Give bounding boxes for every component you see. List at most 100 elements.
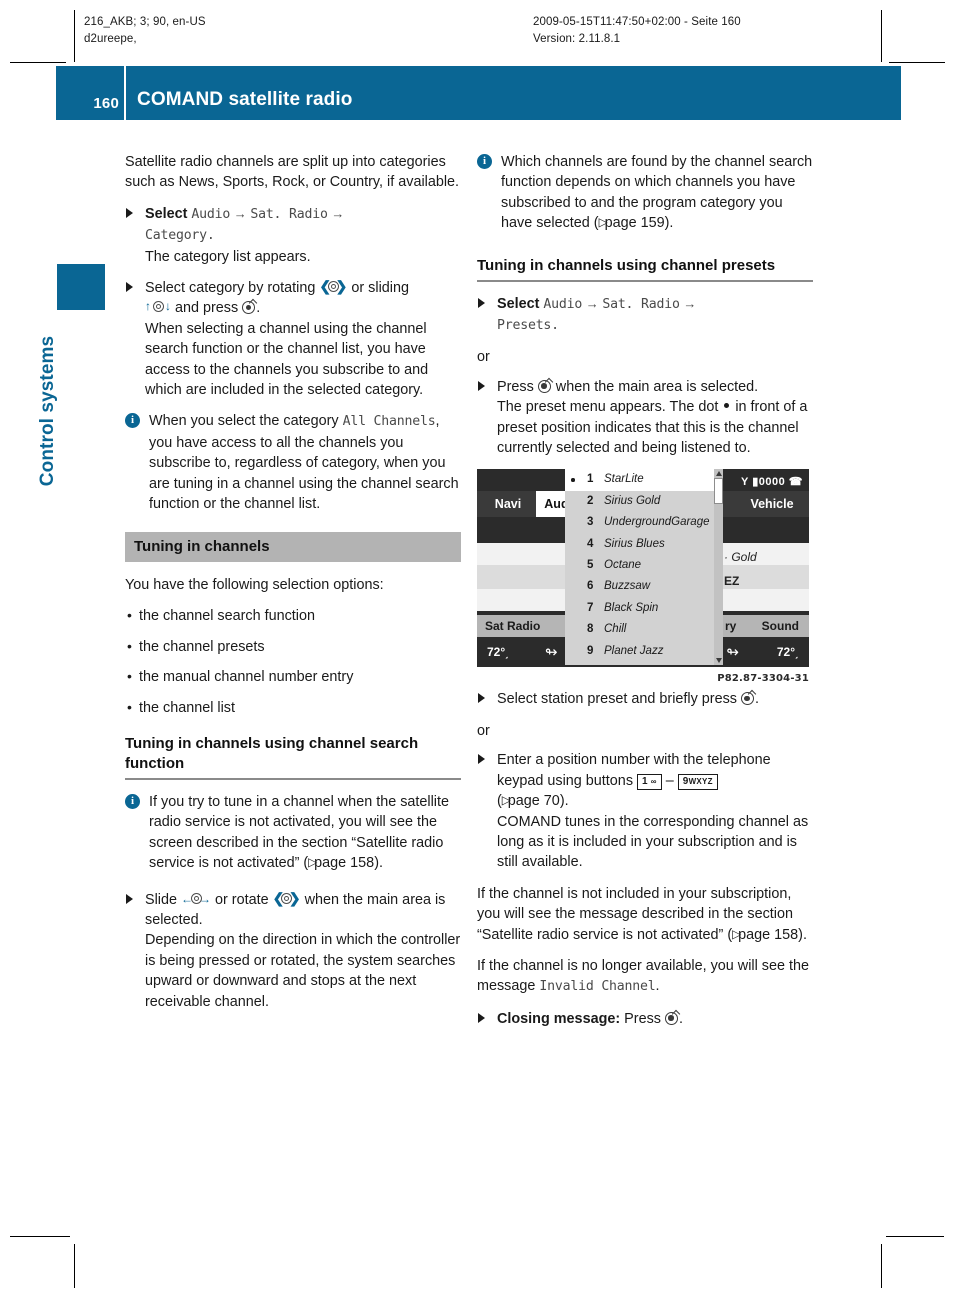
controller-slide-leftright-icon: ← → xyxy=(181,891,211,906)
note-all-channels: i When you select the category All Chann… xyxy=(125,411,461,514)
step-rotate-category: Select category by rotating ❮ ❯ or slidin… xyxy=(125,278,461,400)
seat-heating-icon-left: ↬ xyxy=(545,644,558,662)
heading-tuning-in-channels: Tuning in channels xyxy=(125,531,461,562)
preset-row[interactable]: 6 Buzzsaw xyxy=(565,576,723,597)
triangle-bullet-icon xyxy=(126,282,133,293)
preset-name: Buzzsaw xyxy=(604,580,651,593)
cmd-all-channels: All Channels xyxy=(342,414,436,430)
triangle-bullet-icon xyxy=(478,297,485,308)
step-bold-label: Closing message: xyxy=(497,1010,621,1027)
preset-number: 2 xyxy=(587,494,594,507)
preset-name: Octane xyxy=(604,559,642,572)
crop-mark-left-top xyxy=(74,10,75,62)
cmd-presets: Presets. xyxy=(497,318,559,334)
step-tail: when the main area is selected. xyxy=(555,378,759,395)
step-body: When selecting a channel using the chann… xyxy=(145,320,429,399)
step-prefix: Select xyxy=(497,295,540,312)
preset-row[interactable]: 5 Octane xyxy=(565,555,723,576)
preset-number: 3 xyxy=(587,516,594,529)
screen-temp-right: 72°͵ xyxy=(776,645,799,660)
arrow-icon: → xyxy=(327,205,345,221)
screen-softkey-ry[interactable]: ry xyxy=(725,615,736,637)
triangle-bullet-icon xyxy=(478,1012,485,1023)
step-and-press: and press xyxy=(175,300,239,317)
or-separator-2: or xyxy=(477,722,490,739)
crop-mark-right-top xyxy=(881,10,882,62)
preset-row[interactable]: 4 Sirius Blues xyxy=(565,534,723,555)
para-no-longer-available: If the channel is no longer available, y… xyxy=(477,956,813,998)
screen-softkey-sat-radio[interactable]: Sat Radio xyxy=(485,615,540,637)
scrollbar-thumb[interactable] xyxy=(714,478,723,505)
step-body1: The preset menu appears. The dot xyxy=(497,399,719,416)
cmd-category: Category. xyxy=(145,228,215,244)
step-lead: Slide xyxy=(145,891,177,908)
controller-press-icon xyxy=(242,299,258,315)
preset-row[interactable]: 9 Planet Jazz xyxy=(565,641,723,662)
para-not-included: If the channel is not included in your s… xyxy=(477,884,813,945)
keypad-dash: – xyxy=(665,772,674,789)
preset-row[interactable]: 2 Sirius Gold xyxy=(565,491,723,512)
right-column: i Which channels are found by the channe… xyxy=(477,152,813,1040)
preset-number: 9 xyxy=(587,644,594,657)
crop-mark-top-left xyxy=(10,62,66,63)
preset-number: 8 xyxy=(587,623,594,636)
preset-list-popup[interactable]: 1 StarLite 2 Sirius Gold 3 UndergroundGarag… xyxy=(565,469,723,666)
step-prefix: Select xyxy=(145,205,188,222)
controller-press-icon xyxy=(740,690,757,706)
chapter-tab-marker xyxy=(57,264,105,310)
list-item: the channel list xyxy=(125,697,461,718)
list-item: the channel presets xyxy=(125,636,461,657)
note-part1: When you select the category xyxy=(149,413,339,430)
controller-press-icon xyxy=(664,1009,681,1026)
page-number: 160 xyxy=(93,95,119,112)
screen-tab-vehicle[interactable]: Vehicle xyxy=(741,491,803,517)
screen-temp-left: 72°͵ xyxy=(487,645,510,660)
screen-softkey-sound[interactable]: Sound xyxy=(762,615,799,637)
cmd-invalid-channel: Invalid Channel xyxy=(539,979,656,995)
info-icon: i xyxy=(125,793,140,809)
screen-tab-navi[interactable]: Navi xyxy=(483,491,533,517)
cmd-sat-radio: Sat. Radio xyxy=(250,206,328,222)
crop-mark-right-bottom xyxy=(881,1244,882,1288)
step-part1: Enter a position number with the telepho… xyxy=(497,752,771,789)
scroll-down-arrow-icon[interactable] xyxy=(715,658,722,664)
preset-name: Sirius Blues xyxy=(604,537,665,550)
note-page-ref: page 158 xyxy=(314,855,375,872)
preset-row[interactable]: 3 UndergroundGarage xyxy=(565,512,723,533)
comand-screen: Y ▮0000 ☎ Navi Audio Vehicle · Hits · Go… xyxy=(477,469,809,668)
preset-number: 5 xyxy=(587,559,594,572)
note-part2: ). xyxy=(374,855,383,872)
cmd-audio: Audio xyxy=(543,296,583,312)
preset-number: 1 xyxy=(587,473,594,486)
step-lead: Press xyxy=(624,1010,661,1027)
preset-row[interactable]: 8 Chill xyxy=(565,619,723,640)
controller-slide-updown-icon: ↑ ↓ xyxy=(145,299,171,314)
arrow-icon: → xyxy=(230,205,251,221)
triangle-bullet-icon xyxy=(478,380,485,391)
controller-press-icon xyxy=(537,377,554,394)
triangle-bullet-icon xyxy=(126,207,133,218)
crop-mark-bottom-right xyxy=(886,1236,944,1237)
crop-mark-left-bottom xyxy=(74,1244,75,1288)
preset-row[interactable]: 1 StarLite xyxy=(565,469,723,491)
step-keypad-entry: Enter a position number with the telepho… xyxy=(477,750,813,872)
info-icon: i xyxy=(477,154,492,169)
preset-list-scrollbar[interactable] xyxy=(714,469,723,666)
preset-row[interactable]: 7 Black Spin xyxy=(565,598,723,619)
step-select-category: Select Audio → Sat. Radio → Category. Th… xyxy=(125,204,461,267)
preset-dot-icon xyxy=(724,403,730,409)
step-lead: Select station preset and briefly press xyxy=(497,691,737,708)
step-slide-or-rotate: Slide ← → or rotate ❮ ❯ when the main area… xyxy=(125,890,461,1012)
keypad-page-ref: page 70 xyxy=(507,793,560,810)
step-closing-message: Closing message: Press . xyxy=(477,1009,813,1029)
header-divider xyxy=(124,66,126,120)
preset-name: Black Spin xyxy=(604,601,659,614)
para-page-ref: page 158 xyxy=(738,926,799,943)
preset-number: 7 xyxy=(587,601,594,614)
page-ref-arrow-icon xyxy=(502,790,511,810)
screen-text-ez: EZ xyxy=(724,574,740,589)
scroll-up-arrow-icon[interactable] xyxy=(715,471,722,477)
page-title: COMAND satellite radio xyxy=(137,89,353,110)
preset-number: 6 xyxy=(587,580,594,593)
selected-dot-icon xyxy=(571,478,575,482)
